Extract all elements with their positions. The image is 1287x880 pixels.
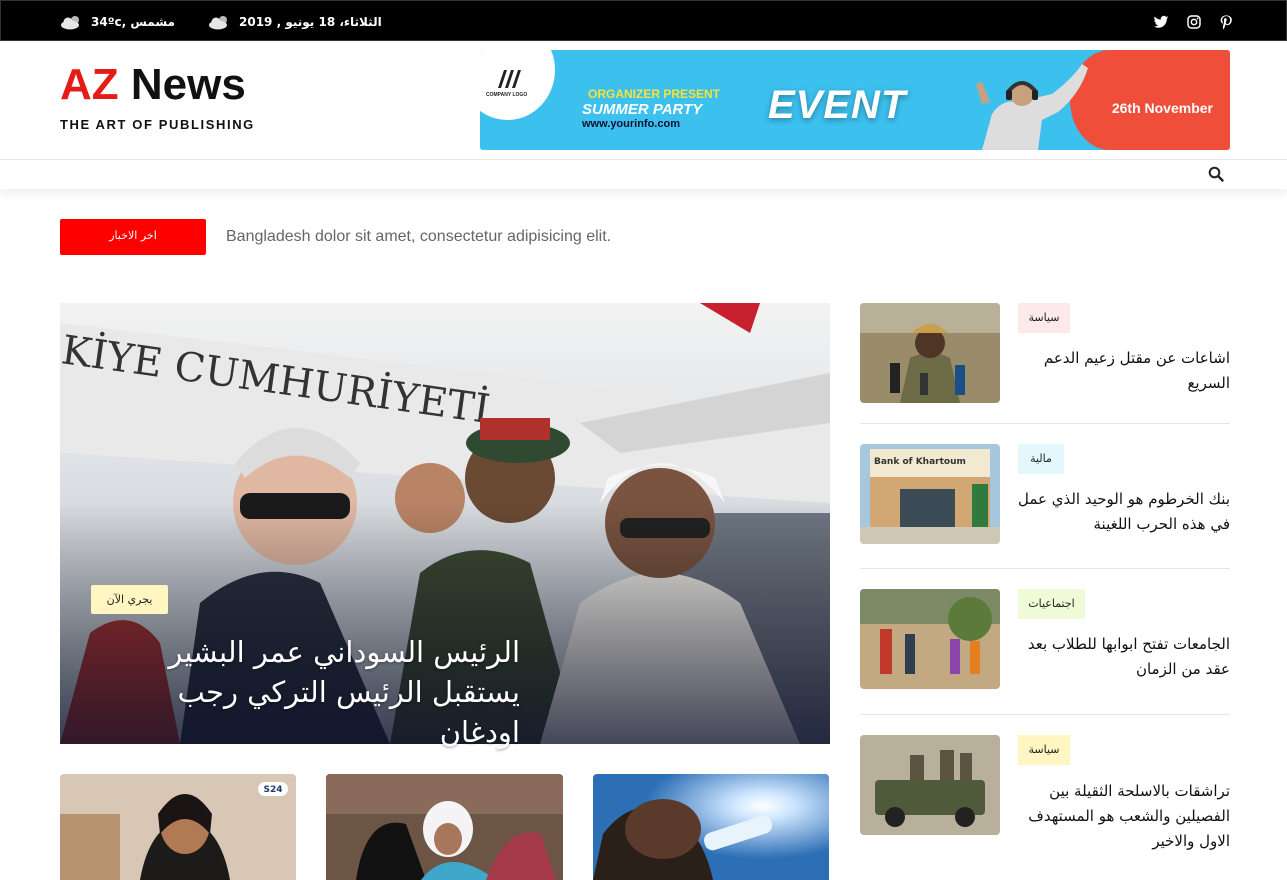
side-post-title[interactable]: اشاعات عن مقتل زعيم الدعم السريع [1018,346,1230,396]
banner-person-image [976,64,1088,150]
svg-text:S24: S24 [263,785,282,795]
pinterest-icon[interactable] [1218,14,1234,30]
logo-az: AZ [60,60,119,109]
side-post-image [860,303,1000,403]
cloud-sun-icon [209,16,227,30]
side-post-image: Bank of Khartoum [860,444,1000,544]
instagram-icon[interactable] [1186,14,1202,30]
svg-text:Bank of Khartoum: Bank of Khartoum [874,457,966,467]
post-card[interactable]: S24 [60,774,296,880]
site-logo[interactable]: AZ News [60,63,246,107]
post-card-image [326,774,563,880]
search-icon[interactable] [1208,166,1224,182]
logo-news: News [130,60,246,109]
banner-url: www.yourinfo.com [582,118,680,130]
logo-tagline: THE ART OF PUBLISHING [60,117,255,132]
divider [860,568,1230,569]
side-post-category[interactable]: سياسة [1018,735,1070,765]
main-nav [0,159,1287,189]
weather-temperature: 34ºc, مشمس [91,15,175,29]
company-logo-icon [498,70,521,88]
banner-party: SUMMER PARTY [582,101,703,118]
banner-date: 26th November [1111,100,1213,116]
side-post-thumbnail[interactable] [860,303,1000,403]
banner-event: EVENT [768,83,907,127]
side-post-category[interactable]: اجتماعيات [1018,589,1085,619]
side-post-image [860,735,1000,835]
side-post-thumbnail[interactable] [860,589,1000,689]
side-post-title[interactable]: بنك الخرطوم هو الوحيد الذي عمل في هذه ال… [1018,487,1230,537]
post-card[interactable] [593,774,829,880]
hero-category-badge[interactable]: يجري الآن [91,585,168,614]
side-post-category[interactable]: سياسة [1018,303,1070,333]
hero-title[interactable]: الرئيس السوداني عمر البشير يستقبل الرئيس… [90,632,520,752]
side-post-title[interactable]: الجامعات تفتح ابوابها للطلاب بعد عقد من … [1018,632,1230,682]
side-post-title[interactable]: تراشقات بالاسلحة الثقيلة بين الفصيلين وا… [1018,779,1230,854]
cloud-sun-icon [61,16,79,30]
company-logo-text: COMPANY LOGO [486,92,528,98]
side-post-thumbnail[interactable] [860,735,1000,835]
breaking-news-label: اخر الاخبار [60,219,206,255]
side-post-category[interactable]: مالية [1018,444,1064,474]
divider [860,423,1230,424]
breaking-news-text[interactable]: Bangladesh dolor sit amet, consectetur a… [226,228,611,246]
side-post-image [860,589,1000,689]
current-date: الثلاثاء، 18 يونيو , 2019 [239,15,382,29]
post-card-image [593,774,829,880]
banner-organizer: ORGANIZER PRESENT [588,87,721,101]
post-card-image: S24 [60,774,296,880]
post-card[interactable] [326,774,563,880]
side-post-thumbnail[interactable]: Bank of Khartoum [860,444,1000,544]
divider [860,714,1230,715]
ad-banner[interactable]: COMPANY LOGO ORGANIZER PRESENT SUMMER PA… [480,50,1230,150]
top-bar: 34ºc, مشمس الثلاثاء، 18 يونيو , 2019 [0,0,1287,41]
twitter-icon[interactable] [1153,14,1169,30]
